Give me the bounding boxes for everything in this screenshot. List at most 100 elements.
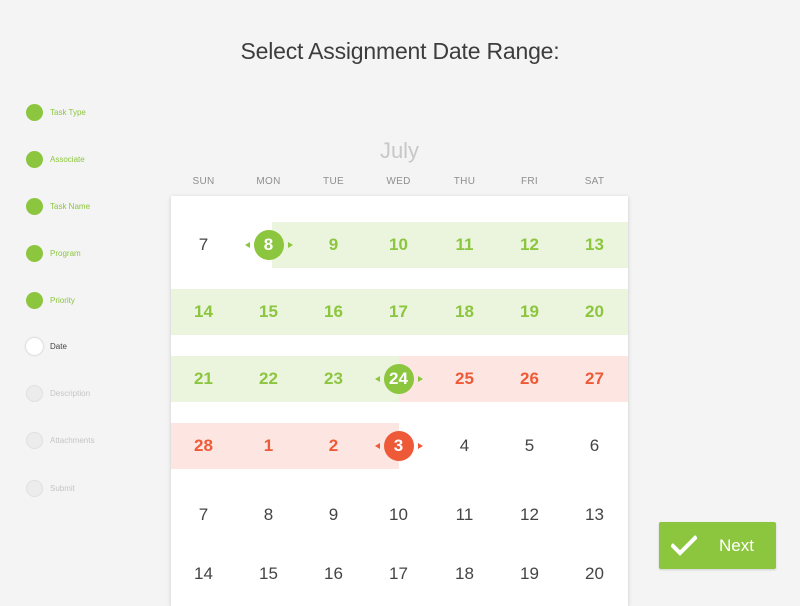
weekday-thu: THU <box>453 176 476 187</box>
drag-left-arrow-icon[interactable] <box>374 376 380 382</box>
drag-left-arrow-icon[interactable] <box>374 443 380 449</box>
day-cell[interactable]: 23 <box>301 356 366 402</box>
step-status-icon <box>26 384 43 402</box>
day-cell[interactable]: 26 <box>497 356 562 402</box>
primary-range-endpoint[interactable]: 24 <box>374 364 423 394</box>
day-number: 25 <box>455 369 474 388</box>
day-cell[interactable]: 10 <box>366 222 431 268</box>
step-priority[interactable]: Priority <box>26 291 75 309</box>
day-number: 12 <box>520 505 539 524</box>
drag-right-arrow-icon[interactable] <box>417 443 423 449</box>
secondary-range-endpoint[interactable]: 3 <box>374 431 423 461</box>
day-number: 1 <box>263 436 274 455</box>
step-attachments[interactable]: Attachments <box>26 431 94 449</box>
day-cell[interactable]: 11 <box>432 492 497 538</box>
day-number: 10 <box>389 235 408 254</box>
step-status-icon <box>26 337 43 355</box>
day-number: 20 <box>585 302 604 321</box>
calendar-grid: 7 8 9 10 11 12 13 14 15 16 17 18 19 20 21 22 23 24 25 26 27 2… <box>171 196 628 606</box>
day-cell[interactable]: 19 <box>497 551 562 597</box>
day-cell[interactable]: 18 <box>432 551 497 597</box>
step-label: Task Type <box>50 107 86 117</box>
drag-left-arrow-icon[interactable] <box>244 242 250 248</box>
day-cell[interactable]: 7 <box>171 222 236 268</box>
page-title: Select Assignment Date Range: <box>240 38 560 64</box>
step-submit[interactable]: Submit <box>26 479 75 497</box>
step-associate[interactable]: Associate <box>26 150 85 168</box>
day-cell[interactable]: 2 <box>301 423 366 469</box>
day-number: 3 <box>393 436 404 455</box>
day-cell[interactable]: 15 <box>236 289 301 335</box>
day-cell[interactable]: 22 <box>236 356 301 402</box>
day-cell[interactable]: 10 <box>366 492 431 538</box>
step-label: Date <box>50 341 67 351</box>
day-number: 2 <box>328 436 339 455</box>
day-cell[interactable]: 4 <box>432 423 497 469</box>
day-cell[interactable]: 15 <box>236 551 301 597</box>
day-number: 9 <box>328 505 339 524</box>
day-cell[interactable]: 13 <box>562 492 627 538</box>
day-cell[interactable]: 8 <box>236 222 301 268</box>
day-cell[interactable]: 1 <box>236 423 301 469</box>
step-status-icon <box>26 244 43 262</box>
next-button[interactable]: Next <box>659 522 776 569</box>
day-cell[interactable]: 18 <box>432 289 497 335</box>
day-number: 16 <box>324 564 343 583</box>
step-description[interactable]: Description <box>26 384 90 402</box>
day-cell[interactable]: 27 <box>562 356 627 402</box>
day-cell[interactable]: 6 <box>562 423 627 469</box>
day-cell[interactable]: 14 <box>171 289 236 335</box>
day-number: 14 <box>194 302 213 321</box>
day-number: 16 <box>324 302 343 321</box>
day-cell[interactable]: 21 <box>171 356 236 402</box>
step-date[interactable]: Date <box>26 337 67 355</box>
day-number: 23 <box>324 369 343 388</box>
day-cell[interactable]: 14 <box>171 551 236 597</box>
day-cell[interactable]: 17 <box>366 289 431 335</box>
day-number: 17 <box>389 302 408 321</box>
day-cell[interactable]: 19 <box>497 289 562 335</box>
step-status-icon <box>26 291 43 309</box>
day-number: 15 <box>259 564 278 583</box>
day-number: 28 <box>194 436 213 455</box>
day-cell[interactable]: 25 <box>432 356 497 402</box>
day-cell[interactable]: 9 <box>301 222 366 268</box>
weekday-fri: FRI <box>520 176 538 187</box>
primary-range-endpoint[interactable]: 8 <box>244 230 293 260</box>
day-cell[interactable]: 17 <box>366 551 431 597</box>
day-cell[interactable]: 5 <box>497 423 562 469</box>
day-cell[interactable]: 16 <box>301 289 366 335</box>
day-number: 11 <box>455 505 474 524</box>
day-cell[interactable]: 20 <box>562 289 627 335</box>
step-label: Attachments <box>50 435 95 445</box>
weekday-wed: WED <box>386 176 411 187</box>
step-program[interactable]: Program <box>26 244 81 262</box>
day-number: 13 <box>585 235 604 254</box>
step-task-type[interactable]: Task Type <box>26 103 86 121</box>
day-cell[interactable]: 24 <box>366 356 431 402</box>
step-task-name[interactable]: Task Name <box>26 197 90 215</box>
day-cell[interactable]: 3 <box>366 423 431 469</box>
day-cell[interactable]: 9 <box>301 492 366 538</box>
drag-right-arrow-icon[interactable] <box>287 242 293 248</box>
weekday-tue: TUE <box>323 176 344 187</box>
day-cell[interactable]: 16 <box>301 551 366 597</box>
day-number: 19 <box>520 564 539 583</box>
day-number: 7 <box>198 505 209 524</box>
day-cell[interactable]: 8 <box>236 492 301 538</box>
day-cell[interactable]: 20 <box>562 551 627 597</box>
day-cell[interactable]: 12 <box>497 492 562 538</box>
day-cell[interactable]: 7 <box>171 492 236 538</box>
day-number: 6 <box>589 436 600 455</box>
step-status-icon <box>26 431 43 449</box>
day-number: 20 <box>585 564 604 583</box>
day-cell[interactable]: 13 <box>562 222 627 268</box>
day-cell[interactable]: 28 <box>171 423 236 469</box>
day-number: 18 <box>455 564 474 583</box>
day-cell[interactable]: 12 <box>497 222 562 268</box>
step-label: Program <box>50 248 81 258</box>
day-number: 21 <box>194 369 213 388</box>
day-number: 5 <box>524 436 535 455</box>
drag-right-arrow-icon[interactable] <box>417 376 423 382</box>
day-cell[interactable]: 11 <box>432 222 497 268</box>
